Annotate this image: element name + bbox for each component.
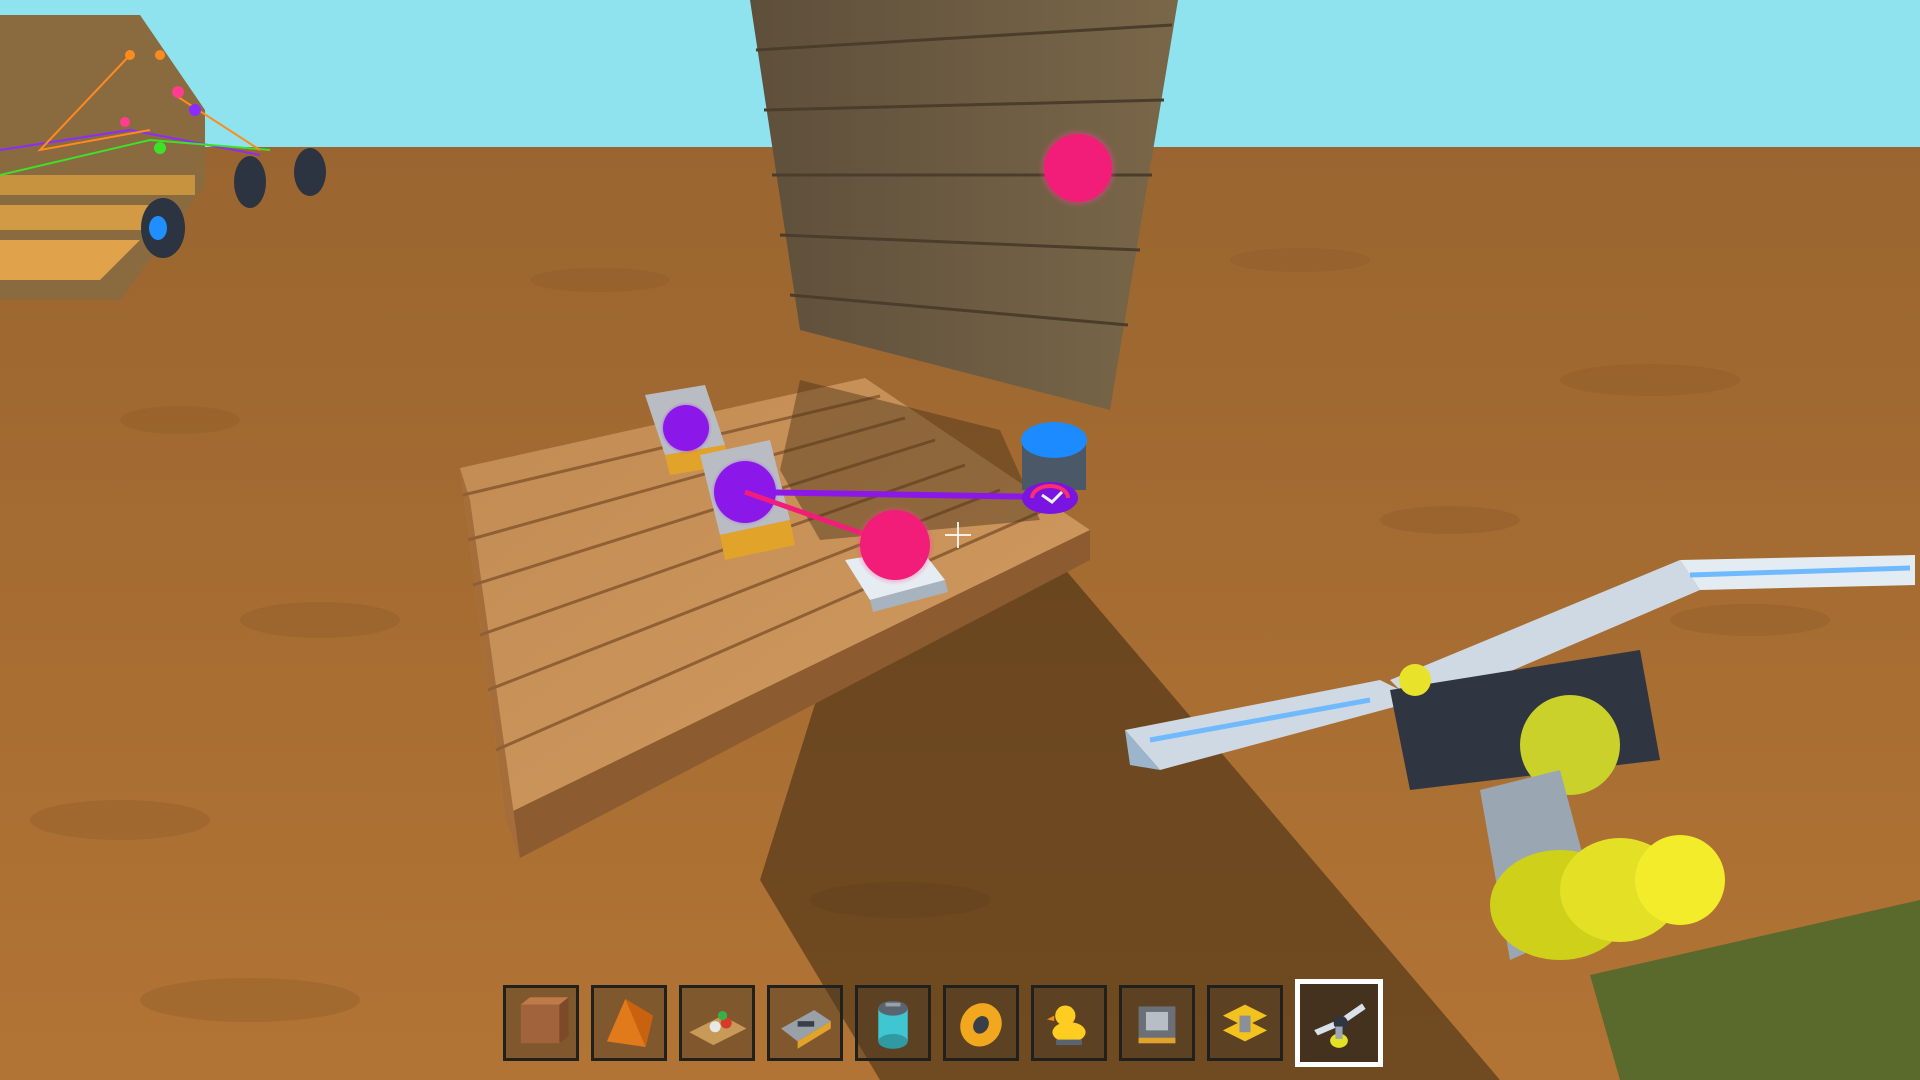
hotbar-slot-6[interactable]: [943, 985, 1019, 1061]
bearing-icon: [960, 1003, 1002, 1047]
hotbar-slot-5[interactable]: [855, 985, 931, 1061]
switch-block-icon: [781, 1010, 831, 1049]
hotbar-slot-7[interactable]: [1031, 985, 1107, 1061]
button-panel-icon: [689, 1011, 747, 1046]
connect-tool-icon: [1314, 1003, 1366, 1048]
wood-block-icon: [520, 997, 569, 1044]
hotbar-slot-8[interactable]: [1119, 985, 1195, 1061]
engine-block-icon: [1138, 1006, 1176, 1044]
hotbar-slot-3[interactable]: [679, 985, 755, 1061]
hotbar-slot-10-selected[interactable]: [1295, 979, 1383, 1067]
crosshair: [945, 522, 971, 548]
hotbar: [503, 979, 1383, 1067]
hotbar-slot-9[interactable]: [1207, 985, 1283, 1061]
hotbar-slot-4[interactable]: [767, 985, 843, 1061]
hotbar-slot-1[interactable]: [503, 985, 579, 1061]
yellow-tool-block-icon: [1222, 1004, 1268, 1042]
duck-icon: [1046, 1005, 1086, 1046]
pink-node: [1044, 134, 1112, 202]
hotbar-slot-2[interactable]: [591, 985, 667, 1061]
canister-icon: [878, 1000, 908, 1049]
orange-wedge-icon: [606, 999, 653, 1047]
sensor-block[interactable]: [1021, 422, 1087, 514]
